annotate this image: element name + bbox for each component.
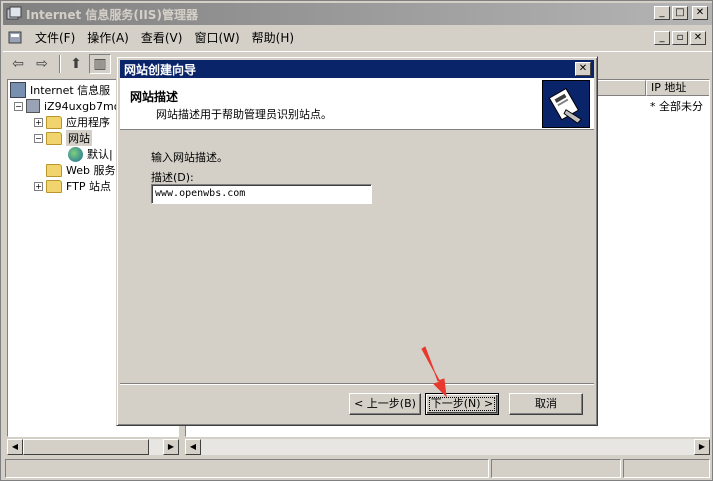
wizard-step-subtitle: 网站描述用于帮助管理员识别站点。	[156, 108, 332, 121]
menu-action[interactable]: 操作(A)	[81, 28, 135, 48]
up-folder-icon[interactable]: ⬆	[65, 54, 87, 74]
menu-window[interactable]: 窗口(W)	[188, 28, 245, 48]
wizard-step-title: 网站描述	[130, 90, 179, 104]
tree-hscrollbar[interactable]: ◀ ▶	[7, 439, 179, 455]
server-icon	[26, 99, 40, 113]
cancel-button[interactable]: 取消	[509, 393, 583, 415]
console-icon[interactable]	[7, 30, 23, 46]
wizard-title: 网站创建向导	[124, 62, 197, 77]
folder-icon	[46, 115, 62, 129]
tree-item-default-site[interactable]: 默认|	[68, 146, 113, 162]
tree-item-iis-root[interactable]: Internet 信息服	[10, 82, 110, 98]
tree-label: FTP 站点	[66, 180, 111, 193]
tree-label: Internet 信息服	[30, 84, 111, 97]
globe-icon	[68, 146, 83, 162]
back-button[interactable]: < 上一步(B)	[349, 393, 421, 415]
menu-help[interactable]: 帮助(H)	[246, 28, 300, 48]
folder-icon	[46, 179, 62, 193]
minimize-button[interactable]: _	[654, 6, 670, 20]
close-button[interactable]: ✕	[692, 6, 708, 20]
wizard-title-bar[interactable]: 网站创建向导 ✕	[120, 60, 594, 78]
tree-item-server[interactable]: − iZ94uxgb7mo	[14, 98, 120, 114]
wizard-separator	[120, 383, 594, 385]
tree-item-web-service-ext[interactable]: Web 服务	[46, 162, 115, 178]
folder-icon	[46, 163, 62, 177]
scroll-left-icon[interactable]: ◀	[185, 439, 201, 455]
tree-label: 默认|	[87, 148, 113, 161]
forward-arrow-icon[interactable]: ⇨	[31, 54, 53, 74]
next-button[interactable]: 下一步(N) >	[425, 393, 499, 415]
column-header-ip[interactable]: IP 地址	[646, 80, 709, 96]
status-bar	[5, 459, 710, 478]
tree-label: 应用程序	[66, 116, 110, 129]
toolbar-separator	[59, 54, 61, 73]
website-creation-wizard: 网站创建向导 ✕ 网站描述 网站描述用于帮助管理员识别站点。 输入网站描述。 描…	[116, 56, 598, 426]
show-tree-icon[interactable]: ▥	[89, 53, 111, 74]
maximize-button[interactable]: □	[672, 6, 688, 20]
child-minimize-button[interactable]: _	[654, 31, 670, 45]
scroll-right-icon[interactable]: ▶	[694, 439, 710, 455]
wizard-header: 网站描述 网站描述用于帮助管理员识别站点。	[120, 78, 594, 130]
tree-item-websites[interactable]: − 网站	[34, 130, 92, 146]
details-hscrollbar[interactable]: ◀ ▶	[185, 439, 710, 455]
menu-view[interactable]: 查看(V)	[135, 28, 189, 48]
iis-app-icon	[6, 6, 22, 20]
next-button-label: 下一步(N) >	[430, 397, 494, 410]
menu-bar: 文件(F) 操作(A) 查看(V) 窗口(W) 帮助(H) _ ▫ ✕	[3, 27, 712, 49]
tree-label: iZ94uxgb7mo	[44, 99, 121, 113]
scroll-left-icon[interactable]: ◀	[7, 439, 23, 455]
status-cell	[5, 459, 489, 478]
description-label: 描述(D):	[151, 171, 194, 184]
tree-label: Web 服务	[66, 164, 116, 177]
tree-label: 网站	[66, 130, 92, 146]
tree-item-ftp-sites[interactable]: + FTP 站点	[34, 178, 111, 194]
child-close-button[interactable]: ✕	[690, 31, 706, 45]
status-cell	[623, 459, 710, 478]
folder-open-icon	[46, 131, 62, 145]
wizard-prompt: 输入网站描述。	[151, 151, 228, 164]
wizard-close-button[interactable]: ✕	[575, 62, 591, 76]
description-input[interactable]: www.openwbs.com	[151, 184, 372, 204]
scroll-right-icon[interactable]: ▶	[163, 439, 179, 455]
expand-icon[interactable]: +	[34, 117, 43, 127]
menu-file[interactable]: 文件(F)	[29, 28, 81, 48]
iis-root-icon	[10, 82, 26, 98]
scroll-thumb[interactable]	[23, 439, 149, 455]
window-title: Internet 信息服务(IIS)管理器	[26, 7, 198, 22]
status-cell	[491, 459, 621, 478]
back-arrow-icon[interactable]: ⇦	[7, 54, 29, 74]
title-bar[interactable]: Internet 信息服务(IIS)管理器 _ □ ✕	[3, 3, 712, 25]
tree-item-app-pools[interactable]: + 应用程序	[34, 114, 110, 130]
child-restore-button[interactable]: ▫	[672, 31, 688, 45]
wizard-book-icon	[542, 80, 590, 128]
collapse-icon[interactable]: −	[14, 101, 23, 111]
expand-icon[interactable]: +	[34, 181, 43, 191]
ip-cell: * 全部未分	[650, 100, 703, 113]
collapse-icon[interactable]: −	[34, 133, 43, 143]
